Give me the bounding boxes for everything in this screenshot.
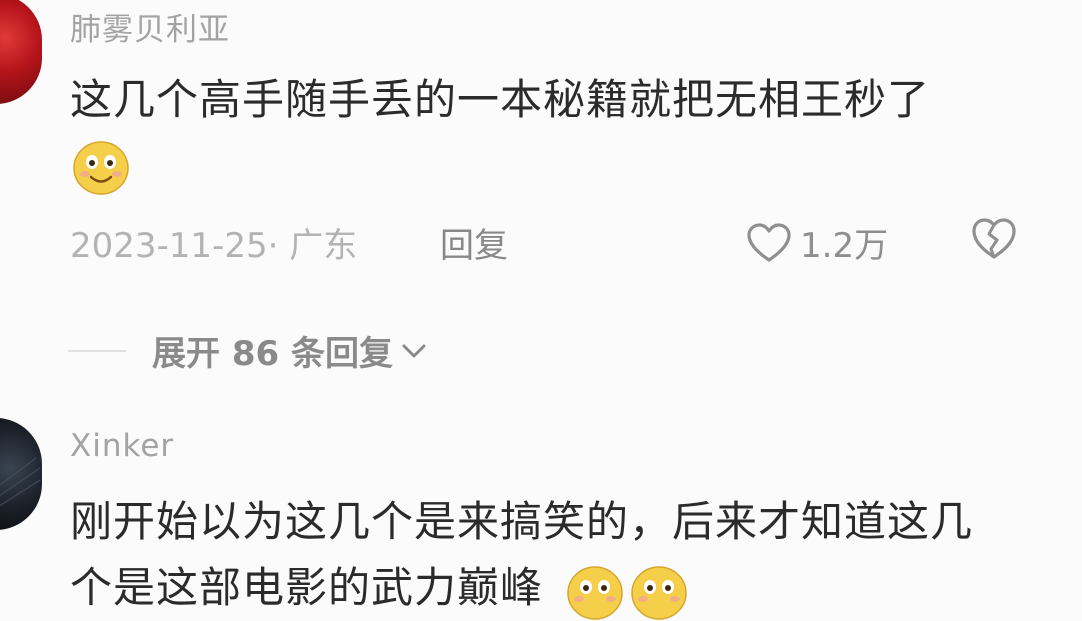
smiling-face-icon (567, 566, 623, 620)
smiling-face-icon (73, 141, 129, 195)
dislike-button[interactable] (970, 216, 1018, 266)
divider (68, 349, 126, 352)
chevron-down-icon (402, 344, 426, 357)
avatar[interactable] (0, 418, 42, 530)
like-count: 1.2万 (800, 226, 889, 266)
expand-replies-label: 展开 86 条回复 (152, 334, 393, 374)
like-button[interactable]: 1.2万 (746, 218, 888, 267)
avatar-image (0, 457, 41, 507)
comment-text-line-2: 个是这部电影的武力巅峰 (70, 563, 544, 612)
comment-date-location: 2023-11-25· 广东 (70, 226, 358, 266)
expand-replies-button[interactable]: 展开 86 条回复 (68, 326, 429, 375)
reply-button[interactable]: 回复 (440, 218, 508, 267)
comment-username[interactable]: 肺雾贝利亚 (70, 4, 230, 49)
smiling-face-icon (631, 566, 687, 620)
heart-icon (747, 222, 791, 262)
comment-username[interactable]: Xinker (70, 428, 174, 464)
comment-text-line-1: 刚开始以为这几个是来搞笑的，后来才知道这几 (70, 497, 974, 546)
broken-heart-icon (972, 218, 1016, 259)
avatar[interactable] (0, 0, 42, 104)
comment-text: 这几个高手随手丢的一本秘籍就把无相王秒了 (70, 75, 931, 124)
